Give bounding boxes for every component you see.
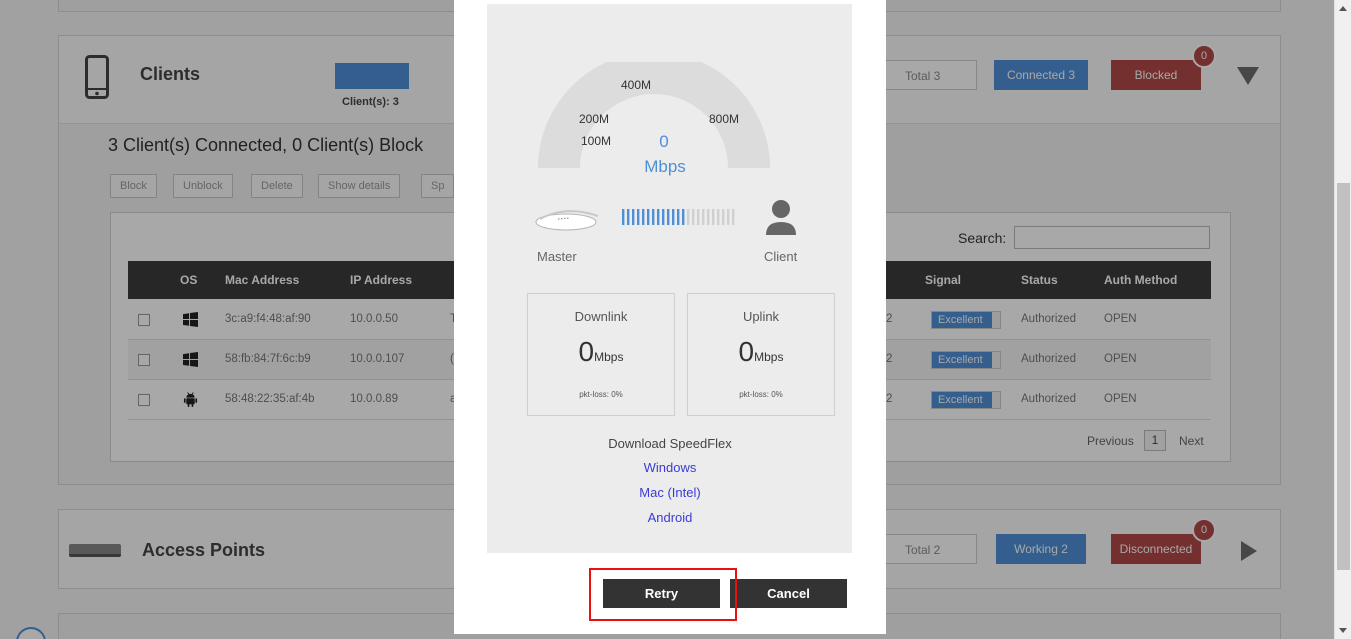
uplink-title: Uplink bbox=[742, 309, 780, 324]
retry-highlight-box bbox=[589, 568, 737, 621]
client-user-icon bbox=[766, 200, 796, 235]
uplink-value-group: 0Mbps bbox=[688, 336, 834, 368]
download-mac-link[interactable]: Mac (Intel) bbox=[454, 485, 886, 500]
access-point-icon bbox=[535, 210, 599, 231]
client-label: Client bbox=[764, 249, 798, 264]
gauge-label-100: 100M bbox=[581, 134, 612, 148]
downlink-packet-loss: pkt-loss: 0% bbox=[579, 390, 623, 399]
downlink-box: Downlink 0Mbps pkt-loss: 0% bbox=[527, 293, 675, 416]
download-speedflex-title: Download SpeedFlex bbox=[608, 436, 732, 451]
download-android-link[interactable]: Android bbox=[454, 510, 886, 525]
signal-progress-icon bbox=[622, 209, 735, 225]
scroll-thumb[interactable] bbox=[1337, 183, 1350, 570]
gauge-label-200: 200M bbox=[579, 112, 610, 126]
master-label: Master bbox=[537, 249, 577, 264]
gauge-value: 0 bbox=[659, 132, 669, 151]
uplink-packet-loss: pkt-loss: 0% bbox=[739, 390, 783, 399]
cancel-button[interactable]: Cancel bbox=[730, 579, 847, 608]
scroll-up-arrow-icon[interactable] bbox=[1339, 6, 1347, 11]
page-scrollbar[interactable] bbox=[1334, 0, 1351, 639]
uplink-unit: Mbps bbox=[754, 350, 784, 364]
gauge-label-800: 800M bbox=[709, 112, 740, 126]
downlink-title: Downlink bbox=[574, 309, 628, 324]
downlink-value-group: 0Mbps bbox=[528, 336, 674, 368]
downlink-value: 0 bbox=[578, 336, 595, 367]
speedflex-dialog: 400M 200M 800M 100M 0 Mbps Master Client… bbox=[454, 0, 886, 634]
scroll-down-arrow-icon[interactable] bbox=[1339, 628, 1347, 633]
gauge-label-400: 400M bbox=[621, 78, 652, 92]
downlink-unit: Mbps bbox=[594, 350, 624, 364]
uplink-box: Uplink 0Mbps pkt-loss: 0% bbox=[687, 293, 835, 416]
uplink-value: 0 bbox=[738, 336, 755, 367]
download-windows-link[interactable]: Windows bbox=[454, 460, 886, 475]
gauge-unit: Mbps bbox=[644, 157, 686, 176]
